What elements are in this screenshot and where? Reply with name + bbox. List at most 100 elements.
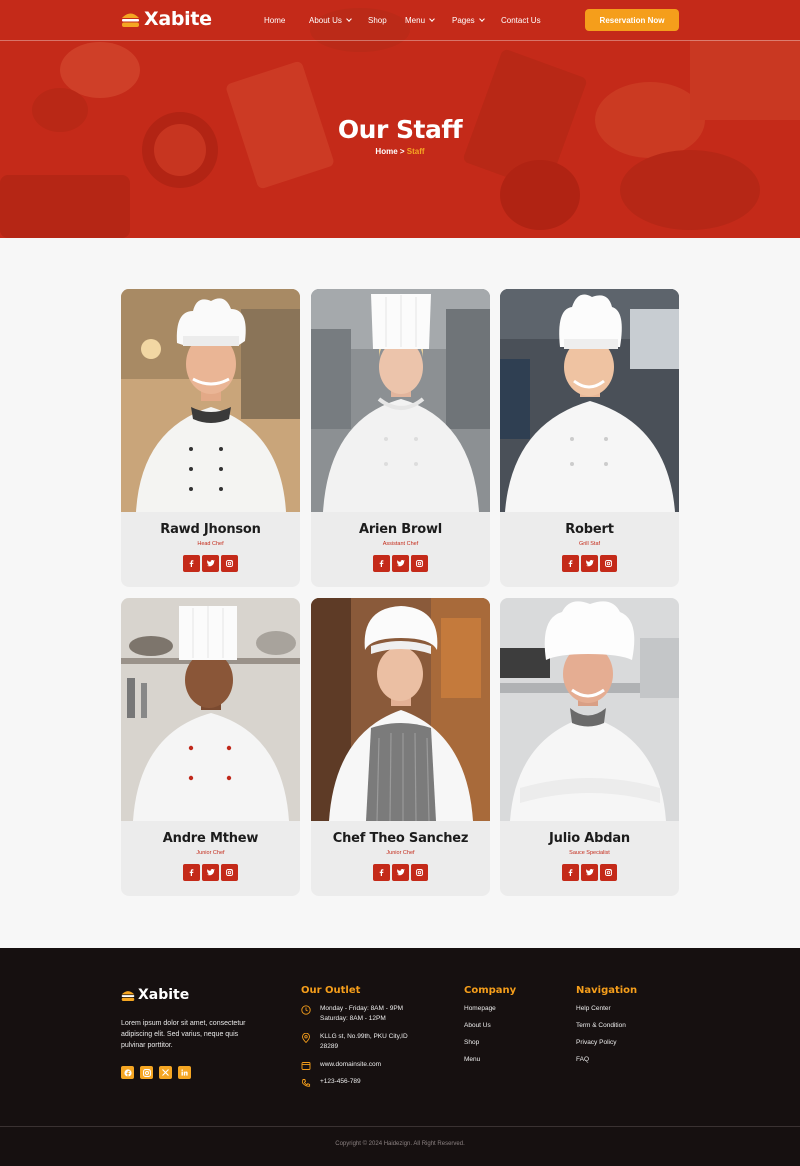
facebook-icon [568,560,573,567]
footer-outlet-heading: Our Outlet [301,985,361,996]
nav-item-contact-us[interactable]: Contact Us [501,13,561,27]
instagram-icon [416,560,423,567]
facebook-button[interactable] [562,555,579,572]
instagram-icon [226,560,233,567]
outlet-website[interactable]: www.domainsite.com [301,1060,381,1071]
footer-link-homepage[interactable]: Homepage [464,1005,496,1012]
instagram-button[interactable] [221,864,238,881]
twitter-icon [206,560,215,567]
facebook-icon [189,869,194,876]
twitter-icon [396,869,405,876]
facebook-button[interactable] [562,864,579,881]
facebook-button[interactable] [121,1066,134,1079]
facebook-button[interactable] [373,555,390,572]
x-icon [162,1069,169,1076]
instagram-icon [605,869,612,876]
outlet-phone[interactable]: +123-456-789 [301,1077,361,1088]
linkedin-icon [181,1069,188,1076]
twitter-icon [585,560,594,567]
footer-divider [0,1126,800,1127]
staff-photo [121,289,300,512]
staff-social-links [373,555,428,572]
chevron-down-icon [429,15,435,22]
burger-logo-icon [121,990,135,1001]
nav-item-label: Shop [368,15,387,25]
nav-item-home[interactable]: Home [264,13,309,27]
main-menu: Home About Us Shop Menu Pages Contact Us [264,13,561,27]
breadcrumb-home[interactable]: Home [375,147,397,156]
nav-item-about-us[interactable]: About Us [309,13,368,27]
twitter-button[interactable] [202,555,219,572]
outlet-address-text: KLLG st, No.99th, PKU City,ID 28289 [320,1033,408,1050]
instagram-button[interactable] [600,555,617,572]
twitter-icon [585,869,594,876]
x-twitter-button[interactable] [159,1066,172,1079]
facebook-button[interactable] [183,555,200,572]
facebook-button[interactable] [373,864,390,881]
twitter-button[interactable] [202,864,219,881]
copyright-text: Copyright © 2024 Haidezign. All Right Re… [335,1141,465,1147]
chevron-down-icon [346,15,352,22]
outlet-website-text: www.domainsite.com [320,1061,382,1068]
outlet-phone-text: +123-456-789 [320,1078,361,1085]
facebook-icon [189,560,194,567]
globe-icon [301,1062,311,1070]
instagram-button[interactable] [221,555,238,572]
staff-card: Julio Abdan Sauce Specialist [500,598,679,896]
footer-link-shop[interactable]: Shop [464,1039,479,1046]
twitter-button[interactable] [392,864,409,881]
facebook-icon [379,560,384,567]
twitter-button[interactable] [581,864,598,881]
top-navigation: Xabite Home About Us Shop Menu Pages Con… [0,0,800,41]
instagram-button[interactable] [411,555,428,572]
footer-company-heading: Company [464,985,517,996]
instagram-button[interactable] [140,1066,153,1079]
brand-name: Xabite [144,8,212,30]
twitter-icon [396,560,405,567]
footer-social-links [121,1066,191,1079]
facebook-icon [379,869,384,876]
nav-item-label: Home [264,15,286,25]
staff-role: Junior Chef [386,850,415,856]
instagram-button[interactable] [411,864,428,881]
staff-name: Arien Browl [358,522,443,537]
nav-item-menu[interactable]: Menu [405,13,452,27]
staff-name: Rawd Jhonson [160,522,261,537]
facebook-icon [568,869,573,876]
footer-link-about-us[interactable]: About Us [464,1022,491,1029]
breadcrumb-current: Staff [406,147,425,156]
footer-navigation-heading: Navigation [576,985,638,996]
staff-social-links [183,864,238,881]
instagram-icon [416,869,423,876]
staff-name: Chef Theo Sanchez [332,831,469,846]
staff-role: Head Chef [197,541,224,547]
footer-link-faq[interactable]: FAQ [576,1056,589,1063]
linkedin-button[interactable] [178,1066,191,1079]
footer-link-help-center[interactable]: Help Center [576,1005,611,1012]
facebook-button[interactable] [183,864,200,881]
footer-link-menu[interactable]: Menu [464,1056,480,1063]
page-title: Our Staff [337,115,463,144]
logo[interactable]: Xabite [121,7,212,31]
footer-link-privacy-policy[interactable]: Privacy Policy [576,1039,616,1046]
staff-card: Rawd Jhonson Head Chef [121,289,300,587]
staff-social-links [562,864,617,881]
breadcrumb-separator: > [397,147,407,156]
nav-item-shop[interactable]: Shop [368,13,405,27]
instagram-icon [142,1068,151,1077]
staff-card: Andre Mthew Junior Chef [121,598,300,896]
location-pin-icon [302,1033,310,1043]
footer-logo[interactable]: Xabite [121,987,189,1003]
twitter-button[interactable] [581,555,598,572]
footer-link-terms[interactable]: Term & Condition [576,1022,626,1029]
staff-social-links [562,555,617,572]
clock-icon [301,1005,311,1015]
instagram-button[interactable] [600,864,617,881]
staff-social-links [183,555,238,572]
outlet-hours: Monday - Friday: 8AM - 9PM Saturday: 8AM… [301,1004,403,1024]
twitter-button[interactable] [392,555,409,572]
site-footer: Xabite Lorem ipsum dolor sit amet, conse… [0,948,800,1166]
reservation-button[interactable]: Reservation Now [585,9,679,31]
nav-item-pages[interactable]: Pages [452,13,501,27]
outlet-hours-saturday: Saturday: 8AM - 12PM [320,1015,386,1022]
